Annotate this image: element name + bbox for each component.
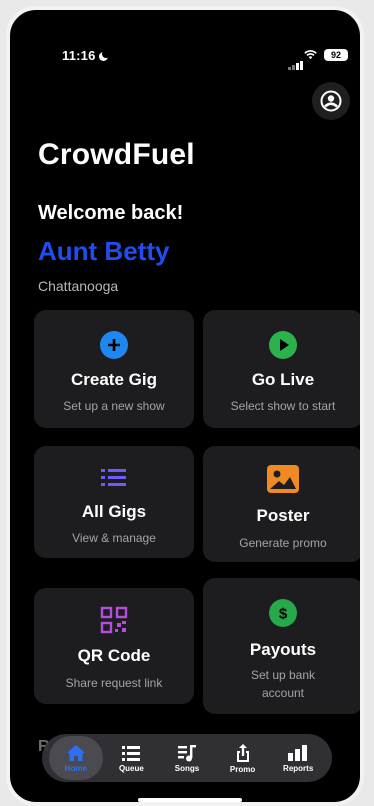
tab-label: Songs bbox=[174, 763, 200, 773]
tab-label: Queue bbox=[118, 763, 144, 773]
home-icon bbox=[66, 744, 85, 761]
tab-label: Reports bbox=[283, 763, 314, 773]
card-title: Payouts bbox=[249, 640, 317, 659]
card-title: All Gigs bbox=[81, 502, 147, 521]
payouts-card[interactable]: $ Payouts Set up bank account bbox=[203, 578, 360, 714]
phone-screen: 11:16 92 CrowdFuel Welcome back! Aunt Be… bbox=[6, 6, 364, 806]
tab-promo[interactable]: Promo bbox=[216, 736, 270, 780]
card-subtitle: Select show to start bbox=[230, 399, 336, 413]
card-title: Create Gig bbox=[71, 370, 157, 389]
profile-button[interactable] bbox=[312, 82, 350, 120]
tab-queue[interactable]: Queue bbox=[104, 736, 158, 780]
create-gig-card[interactable]: Create Gig Set up a new show bbox=[34, 310, 194, 428]
poster-card[interactable]: Poster Generate promo bbox=[203, 446, 360, 562]
card-subtitle: Set up a new show bbox=[63, 399, 165, 413]
tab-songs[interactable]: Songs bbox=[160, 736, 214, 780]
svg-text:$: $ bbox=[279, 606, 288, 623]
plus-circle-icon bbox=[100, 331, 128, 359]
wifi-icon bbox=[304, 50, 317, 60]
tab-home[interactable]: Home bbox=[48, 736, 103, 780]
card-title: Poster bbox=[256, 506, 310, 525]
card-title: QR Code bbox=[77, 646, 151, 665]
go-live-card[interactable]: Go Live Select show to start bbox=[203, 310, 360, 428]
share-icon bbox=[236, 743, 249, 762]
battery-indicator: 92 bbox=[324, 49, 348, 61]
music-note-icon bbox=[177, 744, 196, 761]
qr-code-card[interactable]: QR Code Share request link bbox=[34, 588, 194, 704]
tab-bar: Home Queue Songs Promo Reports bbox=[42, 734, 332, 782]
qr-code-icon bbox=[100, 606, 128, 634]
bar-chart-icon bbox=[288, 744, 308, 761]
user-circle-icon bbox=[320, 90, 342, 112]
image-icon bbox=[267, 465, 299, 493]
status-time: 11:16 bbox=[62, 48, 110, 63]
signal-icon bbox=[288, 52, 304, 70]
card-title: Go Live bbox=[251, 370, 315, 389]
all-gigs-card[interactable]: All Gigs View & manage bbox=[34, 446, 194, 558]
tab-reports[interactable]: Reports bbox=[271, 736, 325, 780]
play-circle-icon bbox=[269, 331, 297, 359]
user-city: Chattanooga bbox=[38, 278, 119, 294]
moon-icon bbox=[98, 50, 110, 61]
dollar-circle-icon: $ bbox=[269, 599, 297, 627]
status-bar: 11:16 92 bbox=[10, 48, 360, 70]
card-subtitle: View & manage bbox=[72, 531, 156, 545]
card-subtitle: Generate promo bbox=[239, 536, 327, 550]
list-icon bbox=[101, 469, 126, 486]
user-name: Aunt Betty bbox=[38, 236, 170, 266]
card-subtitle: Share request link bbox=[65, 676, 163, 690]
home-indicator bbox=[138, 798, 242, 802]
tab-label: Promo bbox=[229, 764, 256, 774]
card-subtitle: Set up bank account bbox=[250, 668, 316, 700]
queue-icon bbox=[122, 745, 141, 761]
app-title: CrowdFuel bbox=[38, 138, 195, 171]
tab-label: Home bbox=[64, 763, 87, 773]
welcome-heading: Welcome back! bbox=[38, 202, 184, 224]
